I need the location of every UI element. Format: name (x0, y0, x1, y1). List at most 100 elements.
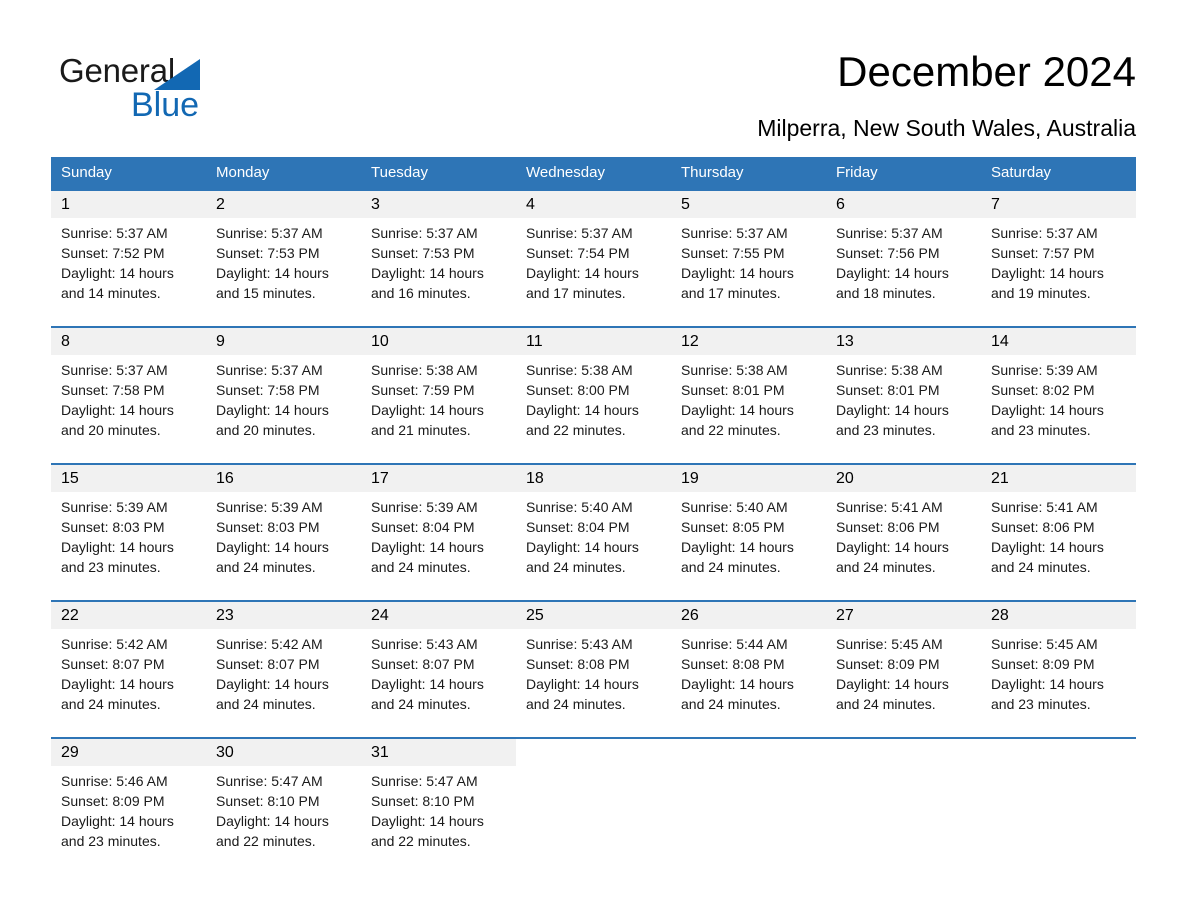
sunrise-text: Sunrise: 5:40 AM (526, 499, 633, 515)
sunrise-text: Sunrise: 5:37 AM (61, 362, 168, 378)
day-cell[interactable]: Sunrise: 5:46 AM Sunset: 8:09 PM Dayligh… (51, 766, 206, 874)
sunset-text: Sunset: 8:06 PM (836, 519, 940, 535)
day-number[interactable]: 3 (361, 191, 516, 218)
day-cell[interactable]: Sunrise: 5:40 AM Sunset: 8:05 PM Dayligh… (671, 492, 826, 600)
day-cell[interactable]: Sunrise: 5:43 AM Sunset: 8:08 PM Dayligh… (516, 629, 671, 737)
day-cell[interactable]: Sunrise: 5:45 AM Sunset: 8:09 PM Dayligh… (826, 629, 981, 737)
day-number[interactable]: 8 (51, 328, 206, 355)
day-cell[interactable]: Sunrise: 5:42 AM Sunset: 8:07 PM Dayligh… (206, 629, 361, 737)
day-cell[interactable]: Sunrise: 5:39 AM Sunset: 8:02 PM Dayligh… (981, 355, 1136, 463)
day-cell[interactable]: Sunrise: 5:41 AM Sunset: 8:06 PM Dayligh… (826, 492, 981, 600)
daylight-text-line2: and 24 minutes. (371, 559, 471, 575)
day-cell[interactable]: Sunrise: 5:38 AM Sunset: 8:00 PM Dayligh… (516, 355, 671, 463)
day-number[interactable]: 22 (51, 602, 206, 629)
day-cell[interactable]: Sunrise: 5:45 AM Sunset: 8:09 PM Dayligh… (981, 629, 1136, 737)
daylight-text-line2: and 24 minutes. (991, 559, 1091, 575)
sunset-text: Sunset: 7:58 PM (216, 382, 320, 398)
day-cell[interactable]: Sunrise: 5:38 AM Sunset: 7:59 PM Dayligh… (361, 355, 516, 463)
day-number[interactable]: 26 (671, 602, 826, 629)
day-cell[interactable]: Sunrise: 5:39 AM Sunset: 8:03 PM Dayligh… (206, 492, 361, 600)
day-number[interactable]: 29 (51, 739, 206, 766)
daylight-text-line1: Daylight: 14 hours (836, 402, 949, 418)
sunrise-text: Sunrise: 5:47 AM (371, 773, 478, 789)
daylight-text-line2: and 22 minutes. (216, 833, 316, 849)
sunset-text: Sunset: 7:52 PM (61, 245, 165, 261)
day-cell[interactable]: Sunrise: 5:37 AM Sunset: 7:52 PM Dayligh… (51, 218, 206, 326)
day-number[interactable]: 5 (671, 191, 826, 218)
day-cell[interactable]: Sunrise: 5:37 AM Sunset: 7:56 PM Dayligh… (826, 218, 981, 326)
day-cell[interactable]: Sunrise: 5:43 AM Sunset: 8:07 PM Dayligh… (361, 629, 516, 737)
day-cell[interactable]: Sunrise: 5:37 AM Sunset: 7:53 PM Dayligh… (206, 218, 361, 326)
day-cell[interactable]: Sunrise: 5:41 AM Sunset: 8:06 PM Dayligh… (981, 492, 1136, 600)
weekday-header-thursday: Thursday (681, 164, 744, 181)
day-number[interactable]: 16 (206, 465, 361, 492)
day-cell[interactable]: Sunrise: 5:42 AM Sunset: 8:07 PM Dayligh… (51, 629, 206, 737)
day-number[interactable]: 18 (516, 465, 671, 492)
day-number[interactable]: 11 (516, 328, 671, 355)
day-number-empty (671, 739, 826, 766)
day-cell[interactable]: Sunrise: 5:38 AM Sunset: 8:01 PM Dayligh… (826, 355, 981, 463)
day-number[interactable]: 12 (671, 328, 826, 355)
day-number[interactable]: 6 (826, 191, 981, 218)
daylight-text-line2: and 23 minutes. (61, 559, 161, 575)
day-cell[interactable]: Sunrise: 5:39 AM Sunset: 8:04 PM Dayligh… (361, 492, 516, 600)
day-number[interactable]: 31 (361, 739, 516, 766)
day-cell[interactable]: Sunrise: 5:37 AM Sunset: 7:57 PM Dayligh… (981, 218, 1136, 326)
day-number[interactable]: 14 (981, 328, 1136, 355)
day-cell[interactable]: Sunrise: 5:37 AM Sunset: 7:58 PM Dayligh… (206, 355, 361, 463)
day-number[interactable]: 24 (361, 602, 516, 629)
day-number[interactable]: 4 (516, 191, 671, 218)
sunrise-text: Sunrise: 5:45 AM (836, 636, 943, 652)
day-number[interactable]: 17 (361, 465, 516, 492)
day-number[interactable]: 9 (206, 328, 361, 355)
day-number-empty (826, 739, 981, 766)
calendar-grid: Sunday Monday Tuesday Wednesday Thursday… (51, 157, 1136, 874)
day-number[interactable]: 21 (981, 465, 1136, 492)
day-number[interactable]: 27 (826, 602, 981, 629)
day-cell[interactable]: Sunrise: 5:37 AM Sunset: 7:53 PM Dayligh… (361, 218, 516, 326)
day-number[interactable]: 20 (826, 465, 981, 492)
daylight-text-line2: and 24 minutes. (681, 559, 781, 575)
day-cell[interactable]: Sunrise: 5:38 AM Sunset: 8:01 PM Dayligh… (671, 355, 826, 463)
day-cell[interactable]: Sunrise: 5:47 AM Sunset: 8:10 PM Dayligh… (361, 766, 516, 874)
day-number[interactable]: 30 (206, 739, 361, 766)
day-number[interactable]: 23 (206, 602, 361, 629)
calendar-week-row: 8 9 10 11 12 13 14 Sunrise: 5:37 AM Suns… (51, 326, 1136, 463)
sunrise-text: Sunrise: 5:39 AM (61, 499, 168, 515)
day-number[interactable]: 15 (51, 465, 206, 492)
daylight-text-line1: Daylight: 14 hours (681, 265, 794, 281)
sunset-text: Sunset: 7:58 PM (61, 382, 165, 398)
day-number[interactable]: 13 (826, 328, 981, 355)
day-number[interactable]: 2 (206, 191, 361, 218)
day-number[interactable]: 10 (361, 328, 516, 355)
sunrise-text: Sunrise: 5:42 AM (61, 636, 168, 652)
week-detail-row: Sunrise: 5:46 AM Sunset: 8:09 PM Dayligh… (51, 766, 1136, 874)
day-number[interactable]: 1 (51, 191, 206, 218)
day-number[interactable]: 19 (671, 465, 826, 492)
day-cell-empty (671, 766, 826, 874)
day-cell[interactable]: Sunrise: 5:44 AM Sunset: 8:08 PM Dayligh… (671, 629, 826, 737)
daylight-text-line2: and 24 minutes. (526, 559, 626, 575)
day-cell[interactable]: Sunrise: 5:37 AM Sunset: 7:54 PM Dayligh… (516, 218, 671, 326)
day-cell[interactable]: Sunrise: 5:47 AM Sunset: 8:10 PM Dayligh… (206, 766, 361, 874)
sunrise-text: Sunrise: 5:42 AM (216, 636, 323, 652)
weekday-header-wednesday: Wednesday (526, 164, 605, 181)
daylight-text-line2: and 23 minutes. (991, 422, 1091, 438)
day-cell-empty (516, 766, 671, 874)
daylight-text-line2: and 24 minutes. (61, 696, 161, 712)
daylight-text-line2: and 19 minutes. (991, 285, 1091, 301)
day-cell[interactable]: Sunrise: 5:37 AM Sunset: 7:55 PM Dayligh… (671, 218, 826, 326)
day-cell[interactable]: Sunrise: 5:37 AM Sunset: 7:58 PM Dayligh… (51, 355, 206, 463)
sunset-text: Sunset: 8:08 PM (526, 656, 630, 672)
page-header: General Blue December 2024 Milperra, New… (0, 0, 1188, 155)
day-cell[interactable]: Sunrise: 5:40 AM Sunset: 8:04 PM Dayligh… (516, 492, 671, 600)
daylight-text-line1: Daylight: 14 hours (526, 402, 639, 418)
day-number[interactable]: 7 (981, 191, 1136, 218)
calendar-week-row: 29 30 31 Sunrise: 5:46 AM Sunset: 8:09 P… (51, 737, 1136, 874)
day-number[interactable]: 28 (981, 602, 1136, 629)
day-cell[interactable]: Sunrise: 5:39 AM Sunset: 8:03 PM Dayligh… (51, 492, 206, 600)
day-number[interactable]: 25 (516, 602, 671, 629)
daylight-text-line2: and 22 minutes. (526, 422, 626, 438)
day-cell-empty (826, 766, 981, 874)
generalblue-logo[interactable]: General Blue (59, 52, 319, 124)
